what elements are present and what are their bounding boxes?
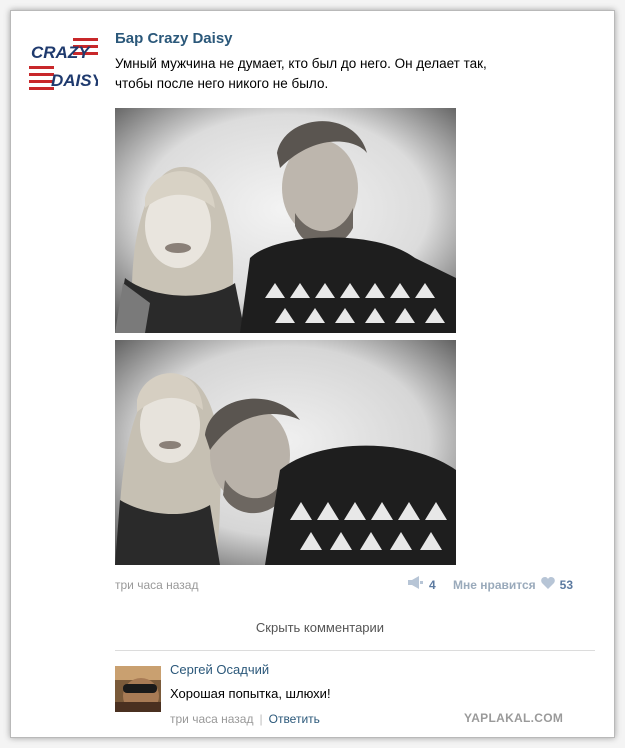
reply-link[interactable]: Ответить [269,712,320,726]
post-text-line-1: Умный мужчина не думает, кто был до него… [115,56,487,71]
post-photo-1[interactable] [115,108,456,333]
post-text: Умный мужчина не думает, кто был до него… [115,54,555,94]
hide-comments-link[interactable]: Скрыть комментарии [115,620,525,635]
post-text-line-2: чтобы после него никого не было. [115,76,329,91]
like-label: Мне нравится [453,578,536,592]
post-timestamp[interactable]: три часа назад [115,578,198,592]
comments-divider [115,650,595,651]
comment-author-link[interactable]: Сергей Осадчий [170,662,269,677]
like-button[interactable]: Мне нравится 53 [453,576,573,594]
megaphone-icon [407,576,423,594]
comment-avatar[interactable] [115,666,161,712]
share-button[interactable]: 4 [407,576,436,594]
comment-timestamp[interactable]: три часа назад [170,712,253,726]
logo-text-top: CRAZY [31,43,91,62]
share-count: 4 [429,578,436,592]
heart-icon [540,576,555,594]
like-count: 53 [559,578,574,592]
comment-meta-separator: | [259,712,263,726]
post-photo-2[interactable] [115,340,456,565]
comment-text: Хорошая попытка, шлюхи! [170,686,331,701]
logo-text-bottom: DAISY [51,71,98,90]
comment-meta: три часа назад | Ответить [170,712,320,726]
watermark: YAPLAKAL.COM [464,711,564,725]
community-logo[interactable]: CRAZY DAISY [29,36,105,90]
post-author-link[interactable]: Бар Crazy Daisy [115,30,233,47]
post-card: CRAZY DAISY Бар Crazy Daisy Умный мужчин… [10,10,615,738]
